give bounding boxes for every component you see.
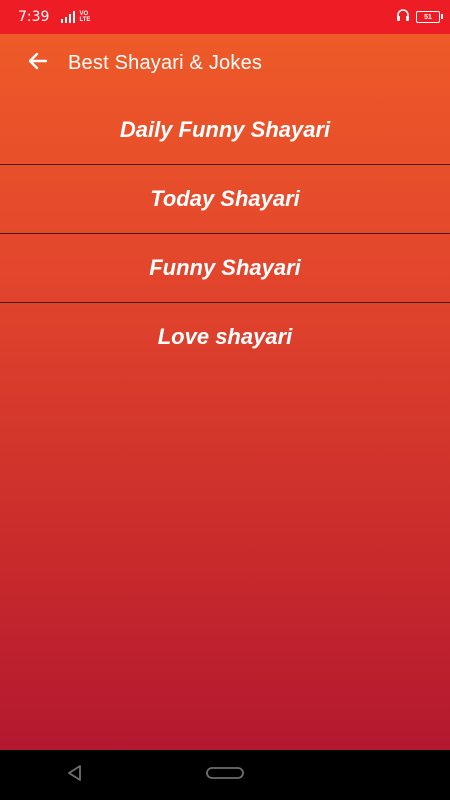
battery-level: 51 xyxy=(424,13,432,21)
signal-icon xyxy=(61,11,76,23)
app-screen: 7:39 VO LTE 51 Best Shayari & Jokes Dail… xyxy=(0,0,450,800)
menu-item-funny-shayari[interactable]: Funny Shayari xyxy=(0,234,450,303)
status-bar: 7:39 VO LTE 51 xyxy=(0,0,450,34)
network-bottom-label: LTE xyxy=(79,17,91,23)
headphones-icon xyxy=(396,8,410,27)
menu-item-today-shayari[interactable]: Today Shayari xyxy=(0,165,450,234)
nav-recents-button[interactable] xyxy=(345,755,405,795)
nav-back-button[interactable] xyxy=(45,755,105,795)
toolbar: Best Shayari & Jokes xyxy=(0,34,450,92)
back-button[interactable] xyxy=(18,43,58,83)
menu-item-label: Today Shayari xyxy=(150,186,300,211)
page-title: Best Shayari & Jokes xyxy=(68,51,263,74)
system-nav-bar xyxy=(0,750,450,800)
pill-home-icon xyxy=(206,766,244,785)
arrow-left-icon xyxy=(26,49,50,78)
shayari-menu: Daily Funny Shayari Today Shayari Funny … xyxy=(0,96,450,371)
status-right: 51 xyxy=(396,8,443,27)
menu-item-daily-funny-shayari[interactable]: Daily Funny Shayari xyxy=(0,96,450,165)
status-time: 7:39 xyxy=(18,9,50,25)
network-type: VO LTE xyxy=(79,11,90,23)
recents-icon xyxy=(365,763,385,788)
triangle-back-icon xyxy=(65,763,85,788)
menu-item-label: Daily Funny Shayari xyxy=(119,117,331,142)
menu-item-label: Love shayari xyxy=(157,324,293,349)
nav-home-button[interactable] xyxy=(195,755,255,795)
menu-item-label: Funny Shayari xyxy=(149,255,301,280)
battery-icon: 51 xyxy=(416,11,443,23)
menu-item-love-shayari[interactable]: Love shayari xyxy=(0,303,450,371)
